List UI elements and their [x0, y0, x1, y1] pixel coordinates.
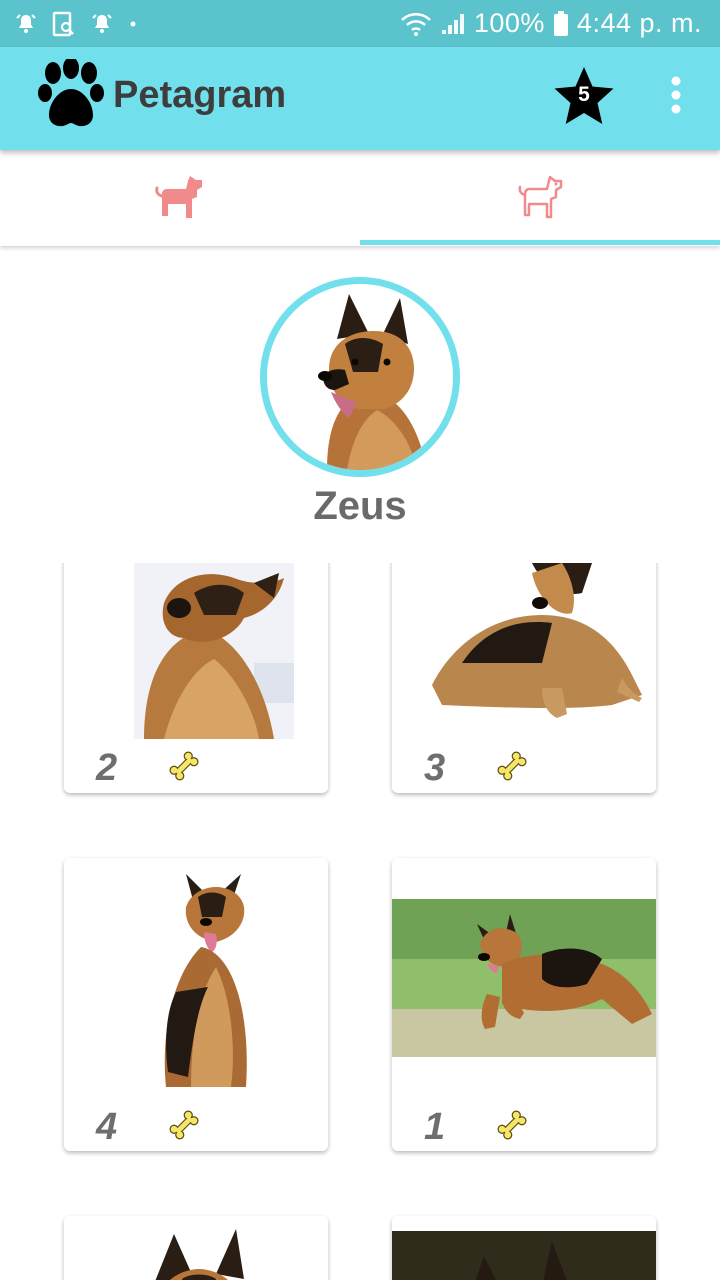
bone-icon[interactable]	[497, 751, 527, 786]
tab-bar	[0, 150, 720, 246]
paw-icon	[38, 57, 104, 134]
dog-outline-icon	[514, 174, 566, 225]
more-vert-icon	[671, 76, 681, 114]
pet-card[interactable]: 1	[392, 858, 656, 1151]
pet-rating: 3	[424, 747, 446, 789]
bone-icon[interactable]	[169, 1110, 199, 1145]
wifi-icon	[400, 12, 432, 36]
app-title: Petagram	[113, 74, 287, 116]
profile-avatar	[260, 277, 460, 477]
pet-card[interactable]: 2	[64, 563, 328, 793]
pet-card[interactable]: 3	[392, 563, 656, 793]
alarm-icon	[90, 12, 114, 36]
notification-dot-icon	[128, 19, 138, 29]
signal-icon	[440, 12, 466, 36]
pet-rating: 4	[96, 1106, 118, 1148]
tab-selected-indicator	[360, 240, 720, 245]
pet-rating: 2	[96, 747, 118, 789]
pet-photo	[392, 899, 656, 1057]
pet-photo	[146, 862, 266, 1092]
battery-percentage: 100%	[473, 8, 545, 38]
pet-photo	[392, 563, 656, 739]
pet-photo	[94, 1224, 294, 1280]
pet-photo	[134, 563, 294, 739]
bone-icon[interactable]	[497, 1110, 527, 1145]
pet-photo-grid[interactable]: 2 3 4 1	[0, 563, 720, 1280]
alarm-icon	[14, 12, 38, 36]
profile-name: Zeus	[313, 484, 407, 528]
dog-filled-icon	[154, 174, 206, 225]
tab-home[interactable]	[0, 150, 360, 246]
dog-photo-image	[267, 284, 453, 470]
screen-search-icon	[52, 11, 76, 37]
battery-icon	[553, 10, 569, 37]
tab-profile[interactable]	[360, 150, 720, 246]
overflow-menu-button[interactable]	[660, 75, 692, 117]
favorites-count: 5	[578, 83, 590, 106]
pet-photo	[392, 1231, 656, 1280]
pet-card[interactable]	[392, 1216, 656, 1280]
favorites-button[interactable]: 5	[552, 65, 616, 127]
pet-card[interactable]	[64, 1216, 328, 1280]
clock: 4:44 p. m.	[576, 8, 702, 38]
app-bar: Petagram 5	[0, 47, 720, 150]
pet-card[interactable]: 4	[64, 858, 328, 1151]
status-bar: 100% 4:44 p. m.	[0, 0, 720, 47]
pet-rating: 1	[424, 1106, 446, 1148]
bone-icon[interactable]	[169, 751, 199, 786]
